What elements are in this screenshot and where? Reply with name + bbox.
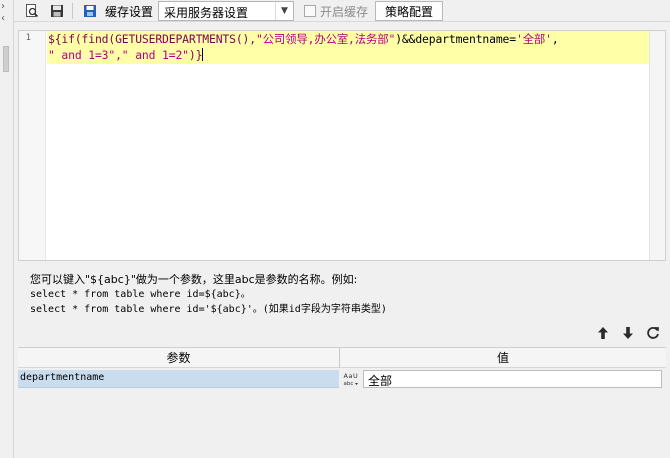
help-line-3: select * from table where id='${abc}'。(如… (30, 304, 387, 315)
left-collapse-strip: › ‹ (0, 0, 14, 458)
sql-editor[interactable]: 1 ${if(find(GETUSERDEPARTMENTS(),"公司领导,办… (18, 30, 666, 261)
param-name: departmentname (20, 372, 105, 383)
text-caret (202, 48, 204, 61)
chevron-left-icon[interactable]: ‹ (1, 14, 5, 24)
code-line-1: ${if(find(GETUSERDEPARTMENTS(),"公司领导,办公室… (48, 31, 559, 47)
help-text: 您可以键入"${abc}"做为一个参数，这里abc是参数的名称。例如: sele… (30, 272, 387, 317)
column-header-param: 参数 (18, 348, 339, 368)
line-number: 1 (25, 33, 31, 43)
code-line-2: " and 1=3"," and 1=2")} (48, 47, 559, 63)
svg-text:a: a (349, 372, 353, 380)
cache-mode-select[interactable]: 采用服务器设置 ▼ (158, 1, 294, 21)
cache-setting-icon (82, 3, 98, 19)
help-line-1: 您可以键入"${abc}"做为一个参数，这里abc是参数的名称。例如: (30, 273, 358, 286)
line-number-gutter: 1 (19, 31, 46, 260)
toolbar-divider (72, 3, 73, 19)
parameter-table: 参数 值 departmentname A a U abc 全部 (18, 347, 666, 458)
refresh-icon[interactable] (645, 325, 661, 341)
move-down-icon[interactable] (620, 325, 636, 341)
svg-text:abc: abc (344, 381, 354, 387)
param-value: 全部 (368, 374, 393, 388)
cache-setting-label: 缓存设置 (105, 5, 154, 19)
enable-cache-label: 开启缓存 (320, 5, 369, 19)
strategy-config-button[interactable]: 策略配置 (375, 1, 443, 21)
svg-text:U: U (353, 372, 358, 380)
code-content[interactable]: ${if(find(GETUSERDEPARTMENTS(),"公司领导,办公室… (48, 31, 559, 63)
column-header-value: 值 (340, 348, 666, 368)
code-token: )} (188, 48, 203, 62)
enable-cache-checkbox[interactable] (304, 5, 316, 17)
save-icon[interactable] (49, 3, 65, 19)
param-value-input[interactable]: 全部 (363, 370, 662, 388)
editor-scrollbar[interactable] (649, 31, 665, 260)
code-token: , (551, 32, 559, 46)
code-token: '全部' (515, 32, 552, 46)
scroll-grip[interactable] (3, 46, 9, 72)
code-token: ${if(find(GETUSERDEPARTMENTS(), (48, 32, 256, 46)
text-type-icon[interactable]: A a U abc (340, 370, 362, 388)
cache-mode-value: 采用服务器设置 (164, 6, 249, 20)
help-line-2: select * from table where id=${abc}。 (30, 289, 251, 300)
toolbar: 缓存设置 采用服务器设置 ▼ 开启缓存 策略配置 (14, 0, 670, 22)
code-token: " and 1=3"," and 1=2" (48, 48, 189, 62)
move-up-icon[interactable] (595, 325, 611, 341)
preview-icon[interactable] (24, 3, 40, 19)
param-row-name[interactable]: departmentname (18, 370, 339, 388)
code-token: )&&departmentname= (395, 32, 516, 46)
chevron-down-icon[interactable]: ▼ (275, 2, 293, 20)
chevron-right-icon[interactable]: › (1, 2, 5, 12)
code-token: "公司领导,办公室,法务部" (255, 32, 396, 46)
